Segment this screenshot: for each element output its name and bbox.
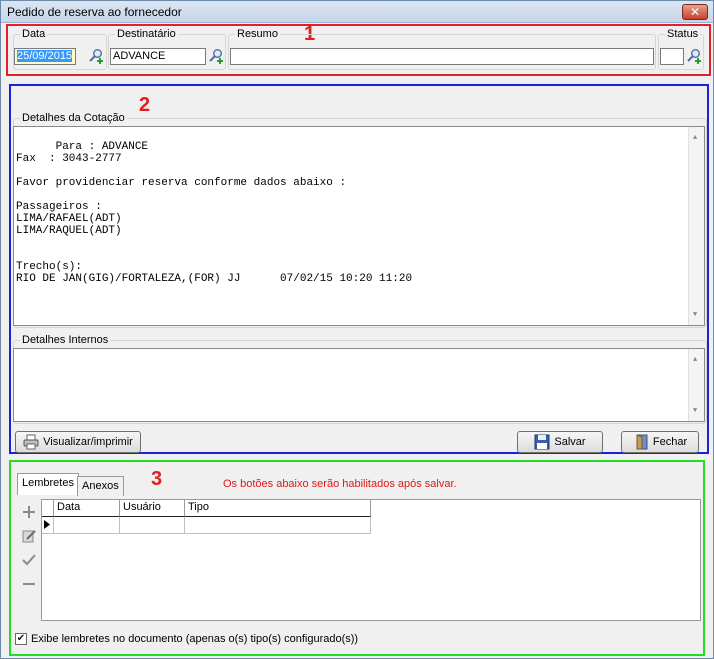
grid-header-tipo[interactable]: Tipo bbox=[185, 500, 371, 517]
printer-icon bbox=[23, 434, 39, 450]
resumo-label: Resumo bbox=[235, 28, 280, 40]
grid-header-usuario[interactable]: Usuário bbox=[120, 500, 185, 517]
check-reminder-icon[interactable] bbox=[21, 552, 37, 568]
date-search-add-icon[interactable] bbox=[88, 48, 104, 64]
quote-details-scrollbar[interactable]: ▲ ▼ bbox=[688, 127, 704, 325]
summary-field[interactable] bbox=[230, 48, 654, 65]
recipient-search-add-icon[interactable] bbox=[208, 48, 224, 64]
marker-3: 3 bbox=[151, 468, 163, 490]
destinatario-label: Destinatário bbox=[115, 28, 178, 40]
floppy-disk-icon bbox=[534, 434, 550, 450]
tab-anexos[interactable]: Anexos bbox=[77, 476, 124, 496]
dialog-window: Pedido de reserva ao fornecedor ✕ 1 Data… bbox=[0, 0, 714, 659]
close-label: Fechar bbox=[652, 436, 688, 448]
scroll-up-icon[interactable]: ▲ bbox=[693, 354, 697, 366]
status-label: Status bbox=[665, 28, 701, 40]
scroll-down-icon[interactable]: ▼ bbox=[693, 405, 697, 417]
close-dialog-button[interactable]: Fechar bbox=[621, 431, 699, 453]
door-exit-icon bbox=[636, 434, 648, 450]
table-cell[interactable] bbox=[54, 517, 120, 534]
data-label: Data bbox=[20, 28, 48, 40]
remove-reminder-icon[interactable] bbox=[21, 576, 37, 592]
quote-details-text: Para : ADVANCE Fax : 3043-2777 Favor pro… bbox=[16, 141, 413, 285]
internal-details-scrollbar[interactable]: ▲ ▼ bbox=[688, 349, 704, 421]
show-reminders-checkbox[interactable]: ✔ bbox=[15, 633, 27, 645]
close-button[interactable]: ✕ bbox=[682, 4, 708, 20]
scroll-up-icon[interactable]: ▲ bbox=[693, 132, 697, 144]
reminders-grid[interactable]: Data Usuário Tipo bbox=[41, 499, 701, 621]
print-preview-label: Visualizar/imprimir bbox=[43, 436, 133, 448]
cotacao-label: Detalhes da Cotação bbox=[20, 112, 127, 124]
reminders-section: 3 Os botões abaixo serão habilitados apó… bbox=[9, 460, 705, 656]
table-cell[interactable] bbox=[185, 517, 371, 534]
date-field[interactable]: 25/09/2015 bbox=[14, 48, 76, 65]
show-reminders-label: Exibe lembretes no documento (apenas o(s… bbox=[31, 633, 359, 645]
header-section: 1 Data 25/09/2015 Destinatário ADVANCE R… bbox=[6, 23, 711, 76]
print-preview-button[interactable]: Visualizar/imprimir bbox=[15, 431, 141, 453]
internos-label: Detalhes Internos bbox=[20, 334, 111, 346]
scroll-down-icon[interactable]: ▼ bbox=[693, 309, 697, 321]
details-section: 2 Detalhes da Cotação Para : ADVANCE Fax… bbox=[9, 84, 709, 454]
row-pointer-cell bbox=[42, 517, 54, 534]
tab-lembretes[interactable]: Lembretes bbox=[17, 473, 79, 495]
marker-2: 2 bbox=[139, 94, 151, 116]
quote-details-textarea[interactable]: Para : ADVANCE Fax : 3043-2777 Favor pro… bbox=[13, 126, 705, 326]
save-label: Salvar bbox=[554, 436, 586, 448]
save-notice: Os botões abaixo serão habilitados após … bbox=[223, 478, 457, 490]
edit-reminder-icon[interactable] bbox=[21, 528, 37, 544]
table-cell[interactable] bbox=[120, 517, 185, 534]
row-pointer-icon bbox=[44, 520, 50, 529]
grid-header-data[interactable]: Data bbox=[54, 500, 120, 517]
grid-corner-header bbox=[42, 500, 54, 517]
status-search-add-icon[interactable] bbox=[686, 48, 702, 64]
window-title: Pedido de reserva ao fornecedor bbox=[7, 5, 182, 19]
add-reminder-icon[interactable] bbox=[21, 504, 37, 520]
status-field[interactable] bbox=[660, 48, 684, 65]
title-bar: Pedido de reserva ao fornecedor ✕ bbox=[1, 1, 713, 23]
internal-details-textarea[interactable]: ▲ ▼ bbox=[13, 348, 705, 422]
recipient-field[interactable]: ADVANCE bbox=[110, 48, 206, 65]
save-button[interactable]: Salvar bbox=[517, 431, 603, 453]
